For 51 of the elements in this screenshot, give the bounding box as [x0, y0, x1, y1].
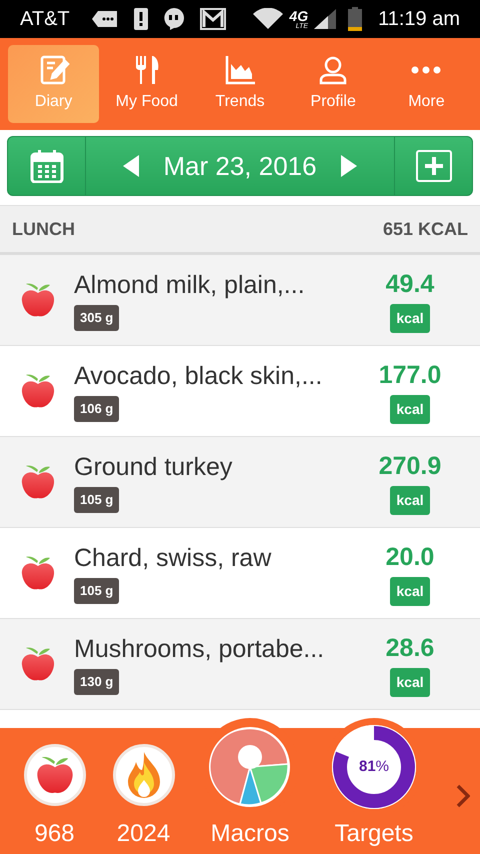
food-name: Mushrooms, portabe...	[74, 634, 326, 666]
mail-icon	[200, 8, 226, 30]
food-amount: 105 g	[74, 578, 120, 604]
more-dots-icon	[410, 66, 442, 74]
food-name: Almond milk, plain,...	[74, 270, 306, 302]
summary-label: Targets	[334, 820, 414, 848]
meal-total: 651 KCAL	[382, 218, 468, 240]
food-row[interactable]: Almond milk, plain,... 305 g 49.4 kcal	[0, 255, 480, 346]
food-amount: 305 g	[74, 305, 120, 331]
calorie-unit: kcal	[390, 486, 430, 514]
calorie-value: 270.9	[378, 450, 442, 482]
calorie-unit: kcal	[390, 394, 430, 424]
message-icon	[92, 10, 118, 28]
food-row[interactable]: Mushrooms, portabe... 130 g 28.6 kcal	[0, 619, 480, 710]
next-page-button[interactable]	[456, 784, 470, 808]
alert-icon	[134, 8, 148, 30]
cell-signal-icon	[314, 9, 336, 29]
carrier-name: AT&T	[20, 7, 70, 32]
calorie-unit: kcal	[390, 668, 430, 696]
food-amount: 130 g	[74, 669, 120, 695]
wifi-icon	[253, 8, 284, 30]
summary-label: Macros	[210, 820, 290, 848]
area-chart-icon	[224, 54, 256, 86]
left-triangle-icon	[123, 155, 140, 177]
calorie-unit: kcal	[390, 304, 430, 332]
calorie-value: 177.0	[378, 360, 442, 390]
calorie-unit: kcal	[390, 576, 430, 606]
summary-label: 968	[34, 820, 75, 848]
current-date: Mar 23, 2016	[163, 150, 317, 182]
plus-square-icon	[416, 150, 452, 182]
food-amount: 106 g	[74, 396, 120, 422]
calorie-value: 20.0	[386, 542, 434, 572]
food-name: Chard, swiss, raw	[74, 543, 272, 574]
summary-label: 2024	[116, 820, 170, 848]
chevron-right-icon	[456, 784, 470, 808]
right-triangle-icon	[340, 155, 357, 177]
targets-progress-ring[interactable]: 81%	[332, 725, 416, 809]
calorie-value: 28.6	[386, 632, 434, 664]
food-amount: 105 g	[74, 487, 120, 513]
clock-time: 11:19 am	[378, 7, 460, 32]
calendar-icon	[30, 149, 64, 183]
macros-pie-chart[interactable]	[208, 725, 292, 809]
food-row[interactable]: Ground turkey 105 g 270.9 kcal	[0, 437, 480, 528]
calorie-value: 49.4	[386, 268, 434, 300]
food-name: Avocado, black skin,...	[74, 361, 324, 392]
target-percent: 81%	[358, 756, 390, 777]
chat-quote-icon	[164, 8, 184, 30]
food-name: Ground turkey	[74, 452, 234, 484]
battery-icon	[348, 7, 362, 31]
meal-name: LUNCH	[12, 218, 75, 240]
person-icon	[317, 54, 350, 86]
